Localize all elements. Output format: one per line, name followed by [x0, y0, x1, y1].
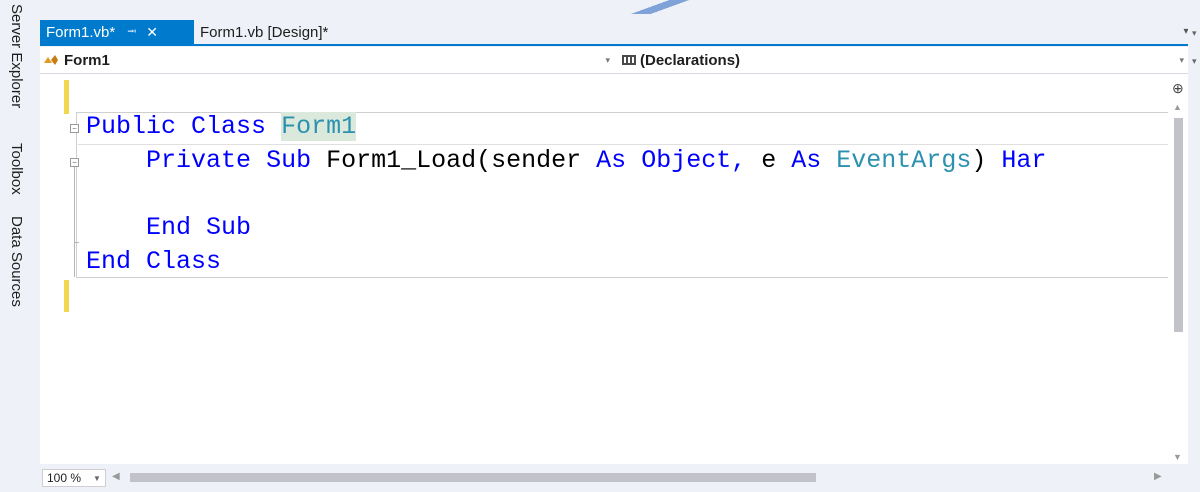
- vertical-scrollbar[interactable]: ⊕ ▲ ▼: [1168, 74, 1188, 464]
- class-icon: [44, 55, 58, 65]
- data-sources-tab[interactable]: Data Sources: [8, 216, 25, 307]
- chevron-down-icon: ▾: [1179, 55, 1184, 65]
- code-line-2: Private Sub Form1_Load(sender As Object,…: [146, 146, 1047, 175]
- chevron-down-icon[interactable]: ▾: [1192, 56, 1197, 67]
- change-marker: [64, 280, 69, 312]
- navigation-bar: Form1 ▾ (Declarations) ▾: [40, 47, 1188, 74]
- member-dropdown-value: (Declarations): [640, 51, 741, 69]
- code-line-3: End Sub: [146, 213, 252, 242]
- code-line-1: Public Class Form1: [86, 112, 357, 141]
- outline-guide: [74, 167, 75, 277]
- collapse-icon[interactable]: −: [70, 158, 79, 167]
- window-edge: ▾ ▾: [1188, 20, 1200, 492]
- collapse-icon[interactable]: −: [70, 124, 79, 133]
- toolbox-tab[interactable]: Toolbox: [8, 143, 25, 195]
- tab-form1-design[interactable]: Form1.vb [Design]*: [194, 20, 404, 44]
- chevron-down-icon[interactable]: ▾: [1192, 28, 1197, 39]
- pin-icon[interactable]: ⭲: [127, 22, 136, 43]
- code-editor[interactable]: − − Public Class Form1 Private Sub Form1…: [40, 74, 1188, 464]
- outline-guide: [74, 242, 79, 243]
- scroll-right-icon[interactable]: ▶: [1154, 471, 1162, 482]
- class-dropdown[interactable]: Form1 ▾: [40, 47, 614, 73]
- horizontal-scroll-thumb[interactable]: [130, 473, 816, 482]
- document-tab-bar: Form1.vb* ⭲ ✕ Form1.vb [Design]* ▾: [40, 20, 1189, 44]
- scroll-down-icon[interactable]: ▼: [1173, 452, 1182, 462]
- zoom-dropdown[interactable]: 100 % ▼: [42, 469, 106, 487]
- code-line-4: End Class: [86, 247, 222, 276]
- member-dropdown[interactable]: (Declarations) ▾: [618, 47, 1188, 73]
- window-accent-decoration: [630, 0, 690, 14]
- change-marker: [64, 80, 69, 114]
- chevron-down-icon: ▼: [93, 473, 101, 483]
- close-icon[interactable]: ✕: [146, 24, 158, 41]
- chevron-down-icon: ▾: [605, 55, 610, 65]
- active-tab-underline: [40, 44, 1188, 46]
- scroll-left-icon[interactable]: ◀: [112, 471, 120, 482]
- tab-label: Form1.vb*: [46, 23, 116, 41]
- scroll-up-icon[interactable]: ▲: [1173, 102, 1182, 112]
- class-dropdown-value: Form1: [64, 51, 110, 69]
- declarations-icon: [622, 55, 636, 65]
- zoom-level: 100 %: [47, 471, 82, 485]
- editor-status-bar: 100 % ▼ ◀ ▶: [40, 466, 1188, 488]
- side-tool-strip: Server Explorer Toolbox Data Sources: [0, 0, 40, 492]
- tab-form1-vb[interactable]: Form1.vb* ⭲ ✕: [40, 20, 194, 44]
- server-explorer-tab[interactable]: Server Explorer: [8, 4, 25, 108]
- tab-label: Form1.vb [Design]*: [200, 23, 329, 41]
- split-window-icon[interactable]: ⊕: [1172, 80, 1184, 97]
- vertical-scroll-thumb[interactable]: [1174, 118, 1183, 332]
